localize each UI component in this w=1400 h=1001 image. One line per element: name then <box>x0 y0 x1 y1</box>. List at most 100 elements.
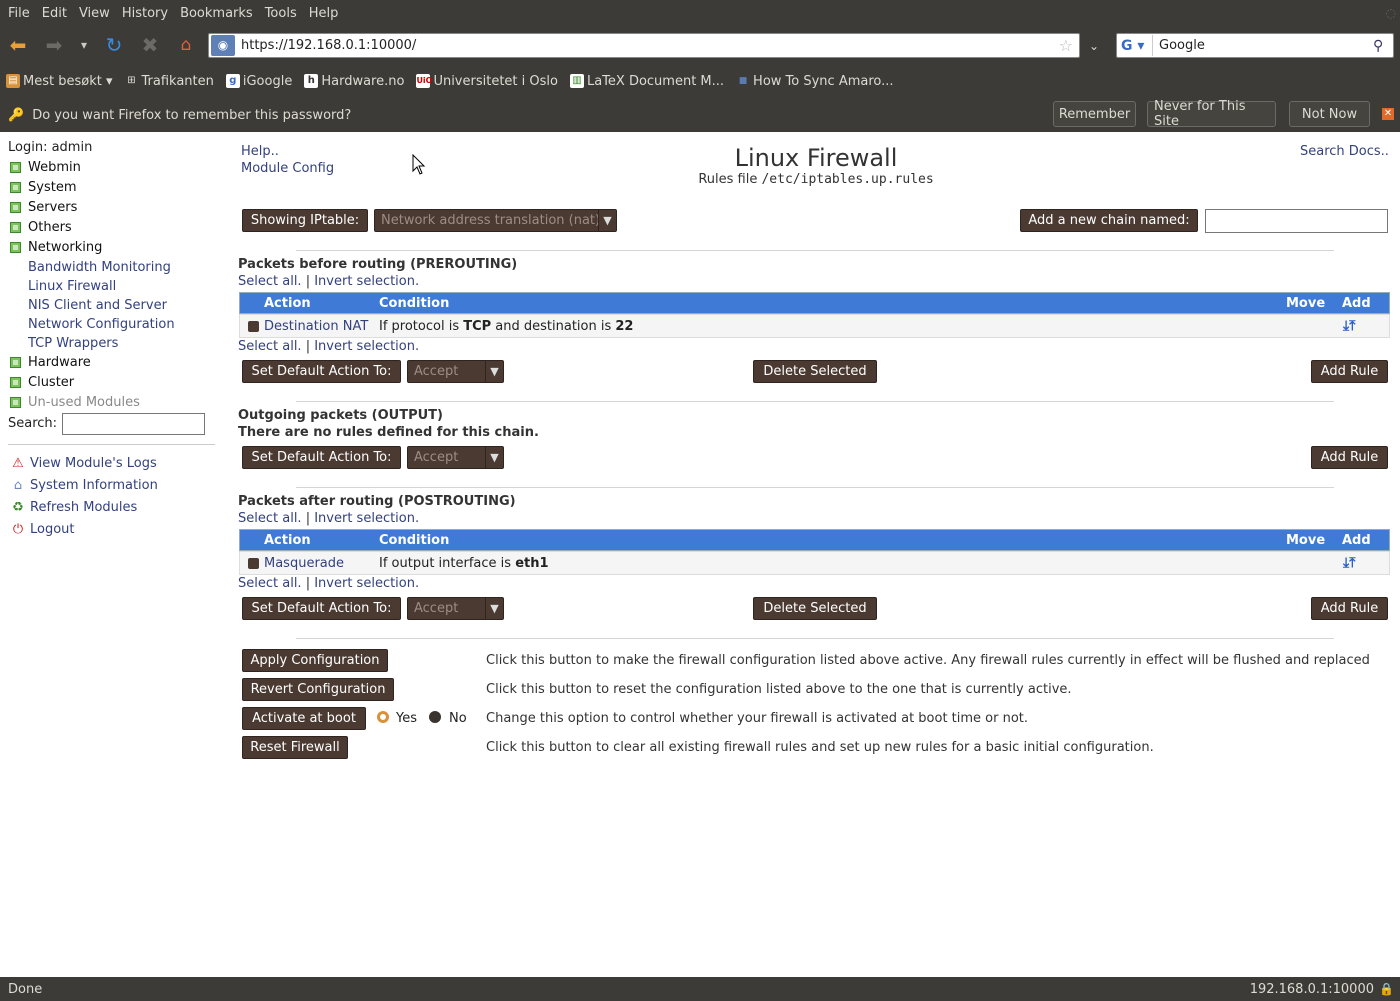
invert-selection-link[interactable]: Invert selection. <box>314 274 419 289</box>
apply-configuration-button[interactable]: Apply Configuration <box>242 649 388 672</box>
menu-edit[interactable]: Edit <box>38 6 75 21</box>
bookmark-label: Hardware.no <box>321 73 405 89</box>
select-all-link[interactable]: Select all. <box>238 339 302 354</box>
bookmark-trafikanten[interactable]: ⊞ Trafikanten <box>125 74 214 89</box>
search-bar[interactable]: G ▾ Google ⚲ <box>1116 33 1394 58</box>
invert-selection-link[interactable]: Invert selection. <box>314 339 419 354</box>
never-for-site-button[interactable]: Never for This Site <box>1147 99 1276 129</box>
revert-configuration-button[interactable]: Revert Configuration <box>242 678 394 701</box>
select-all-link[interactable]: Select all. <box>238 274 302 289</box>
close-icon[interactable]: ✕ <box>1382 108 1394 120</box>
not-now-button[interactable]: Not Now <box>1289 101 1370 127</box>
menu-bookmarks[interactable]: Bookmarks <box>176 6 261 21</box>
invert-selection-link[interactable]: Invert selection. <box>314 576 419 591</box>
site-identity-icon[interactable]: ◉ <box>211 35 235 56</box>
add-rule-button[interactable]: Add Rule <box>1311 360 1388 383</box>
url-dropdown-icon[interactable]: ⌄ <box>1082 33 1106 58</box>
logout-link[interactable]: ⏻ Logout <box>10 522 75 537</box>
rule-checkbox[interactable] <box>248 558 259 569</box>
add-chain-button[interactable]: Add a new chain named: <box>1020 209 1198 232</box>
default-action-select[interactable]: Accept ▼ <box>407 446 504 469</box>
rule-action-link[interactable]: Masquerade <box>264 556 344 571</box>
menu-file[interactable]: File <box>4 6 38 21</box>
add-rule-button[interactable]: Add Rule <box>1311 446 1388 469</box>
bookmark-igoogle[interactable]: g iGoogle <box>225 73 293 89</box>
category-webmin[interactable]: Webmin <box>10 160 81 175</box>
bookmark-most-visited[interactable]: ▤ Mest besøkt ▾ <box>6 74 113 89</box>
category-others[interactable]: Others <box>10 220 72 235</box>
move-up-icon[interactable]: ⤒ <box>1349 555 1355 571</box>
boot-no-radio[interactable] <box>429 711 441 723</box>
chain-name-input[interactable] <box>1205 209 1388 233</box>
module-network-configuration[interactable]: Network Configuration <box>28 317 175 332</box>
search-engine-icon[interactable]: G ▾ <box>1117 35 1153 56</box>
category-networking[interactable]: Networking <box>10 240 102 255</box>
back-icon[interactable]: ⬅ <box>6 33 30 57</box>
url-bar[interactable]: ◉ https://192.168.0.1:10000/ ☆ <box>208 33 1080 58</box>
bookmark-hardware[interactable]: h Hardware.no <box>304 74 404 89</box>
menu-tools[interactable]: Tools <box>261 6 305 21</box>
table-row: Destination NAT If protocol is TCP and d… <box>239 314 1390 338</box>
module-tcp-wrappers[interactable]: TCP Wrappers <box>28 336 118 351</box>
activate-at-boot-button[interactable]: Activate at boot <box>242 707 366 730</box>
delete-selected-button[interactable]: Delete Selected <box>753 597 877 620</box>
select-all-link[interactable]: Select all. <box>238 511 302 526</box>
delete-selected-button[interactable]: Delete Selected <box>753 360 877 383</box>
select-all-link[interactable]: Select all. <box>238 576 302 591</box>
rule-checkbox[interactable] <box>248 321 259 332</box>
module-nis[interactable]: NIS Client and Server <box>28 298 167 313</box>
view-logs-link[interactable]: ⚠ View Module's Logs <box>10 456 157 471</box>
condition-value: 22 <box>615 319 634 334</box>
invert-selection-link[interactable]: Invert selection. <box>314 511 419 526</box>
add-rule-button[interactable]: Add Rule <box>1311 597 1388 620</box>
system-information-link[interactable]: ⌂ System Information <box>10 478 158 493</box>
stop-icon[interactable]: ✖ <box>138 33 162 57</box>
module-search-input[interactable] <box>62 413 205 435</box>
rules-table-header: Action Condition Move Add <box>239 292 1390 314</box>
rule-action-link[interactable]: Destination NAT <box>264 319 368 334</box>
category-cluster[interactable]: Cluster <box>10 375 74 390</box>
rule-condition: If output interface is eth1 <box>379 556 549 571</box>
boot-description: Change this option to control whether yo… <box>486 711 1029 726</box>
login-label: Login: admin <box>8 140 93 155</box>
category-servers[interactable]: Servers <box>10 200 77 215</box>
remember-button[interactable]: Remember <box>1053 101 1136 127</box>
bookmark-label: iGoogle <box>242 73 293 89</box>
bookmark-label: LaTeX Document M... <box>586 73 725 89</box>
set-default-action-button[interactable]: Set Default Action To: <box>242 360 401 383</box>
move-up-icon[interactable]: ⤒ <box>1349 318 1355 334</box>
main-content: Help.. Module Config Search Docs.. Linux… <box>222 132 1400 977</box>
category-hardware[interactable]: Hardware <box>10 355 91 370</box>
category-system[interactable]: System <box>10 180 76 195</box>
boot-yes-radio[interactable] <box>377 711 389 723</box>
col-add: Add <box>1342 296 1371 311</box>
default-action-select[interactable]: Accept ▼ <box>407 597 504 620</box>
forward-icon[interactable]: ➡ <box>42 33 66 57</box>
bookmark-label: Mest besøkt <box>23 73 102 89</box>
set-default-action-button[interactable]: Set Default Action To: <box>242 597 401 620</box>
reload-icon[interactable]: ↻ <box>102 33 126 57</box>
search-icon[interactable]: ⚲ <box>1373 38 1393 54</box>
postrouting-title: Packets after routing (POSTROUTING) <box>238 494 516 509</box>
category-unused-modules[interactable]: Un-used Modules <box>10 395 140 410</box>
history-dropdown-icon[interactable]: ▾ <box>72 33 96 57</box>
home-icon[interactable]: ⌂ <box>174 33 198 57</box>
default-action-select[interactable]: Accept ▼ <box>407 360 504 383</box>
lock-icon[interactable]: 🔒 <box>1379 982 1394 996</box>
reset-firewall-button[interactable]: Reset Firewall <box>242 736 348 759</box>
bookmark-latex[interactable]: ▥ LaTeX Document M... <box>569 73 725 89</box>
iptable-select[interactable]: Network address translation (nat) ▼ <box>374 209 617 232</box>
menu-help[interactable]: Help <box>305 6 347 21</box>
bookmark-uio[interactable]: UiO Universitetet i Oslo <box>416 74 558 89</box>
refresh-modules-link[interactable]: ♻ Refresh Modules <box>10 500 137 515</box>
module-linux-firewall[interactable]: Linux Firewall <box>28 279 116 294</box>
module-bandwidth-monitoring[interactable]: Bandwidth Monitoring <box>28 260 171 275</box>
bookmark-amarok[interactable]: ■ How To Sync Amaro... <box>736 74 894 89</box>
link-label: Refresh Modules <box>30 500 138 515</box>
showing-iptable-button[interactable]: Showing IPtable: <box>242 209 368 232</box>
collapse-icon <box>10 242 21 253</box>
menu-view[interactable]: View <box>75 6 118 21</box>
bookmark-star-icon[interactable]: ☆ <box>1059 36 1073 55</box>
menu-history[interactable]: History <box>118 6 176 21</box>
set-default-action-button[interactable]: Set Default Action To: <box>242 446 401 469</box>
